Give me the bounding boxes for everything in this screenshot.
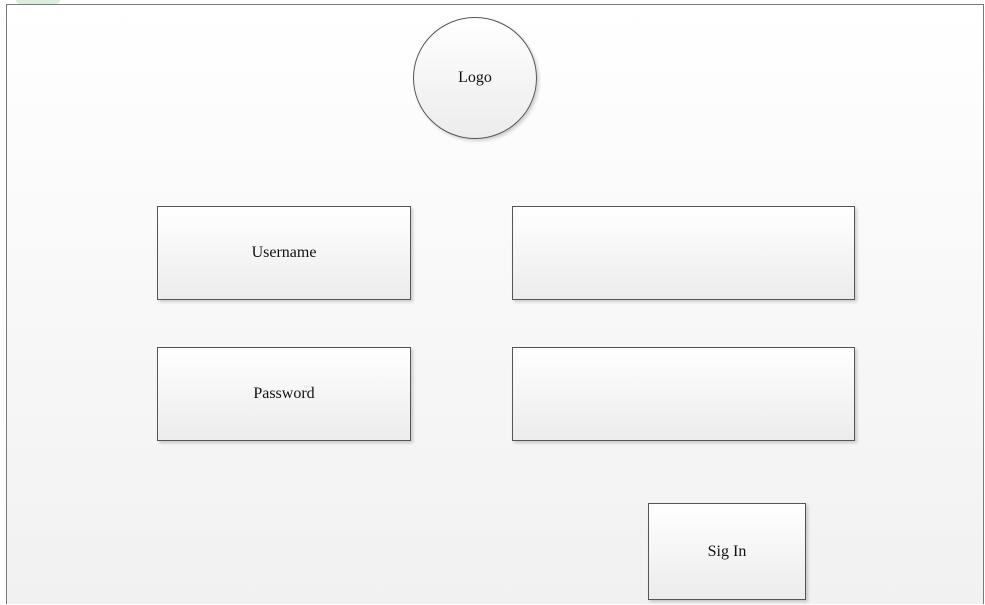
sign-in-label: Sig In [707, 542, 747, 560]
username-label-box: Username [157, 206, 411, 300]
username-input[interactable] [512, 206, 855, 300]
password-label-box: Password [157, 347, 411, 441]
username-label: Username [251, 244, 317, 261]
corner-decoration [16, 0, 60, 4]
password-input[interactable] [512, 347, 855, 441]
password-label: Password [253, 385, 315, 402]
logo: Logo [413, 17, 537, 139]
logo-label: Logo [458, 69, 492, 86]
login-wireframe-canvas: Logo Username Password Sig In [6, 4, 984, 604]
sign-in-button[interactable]: Sig In [648, 503, 806, 600]
